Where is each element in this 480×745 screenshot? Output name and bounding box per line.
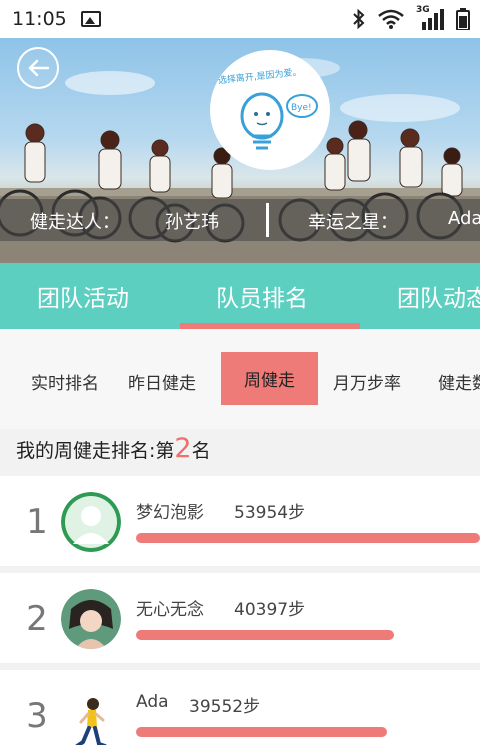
steps-progress-bar	[136, 630, 394, 640]
subtab-monthly-10k-rate[interactable]: 月万步率	[333, 369, 401, 394]
back-arrow-icon	[28, 59, 49, 77]
ticker-bar: 健走达人： 孙艺玮 幸运之星： Ada	[0, 199, 480, 241]
ticker-divider	[266, 203, 269, 237]
my-rank-number: 2	[174, 433, 192, 464]
back-button[interactable]	[17, 47, 59, 89]
tab-member-ranking[interactable]: 队员排名	[216, 279, 308, 313]
ticker-label-walk-master: 健走达人：	[30, 212, 120, 233]
battery-icon	[456, 8, 470, 30]
avatar	[61, 589, 121, 649]
logo-bubble-text: Bye!	[291, 103, 312, 113]
tab-team-activity[interactable]: 团队活动	[37, 279, 129, 313]
ticker-value-lucky-star: Ada	[448, 208, 480, 229]
status-bar: 11:05 3G	[0, 0, 480, 38]
logo-text: 选择离开,是因为爱。	[217, 66, 302, 87]
steps-progress-bar	[136, 727, 387, 737]
status-icons: 3G	[352, 0, 470, 38]
rank-number: 2	[26, 599, 48, 639]
main-tab-bar: 团队活动 队员排名 团队动态	[0, 263, 480, 329]
team-banner: 选择离开,是因为爱。 Bye! 健走达人： 孙艺玮 幸运之星： Ada	[0, 38, 480, 263]
my-rank-suffix: 名	[191, 440, 211, 462]
lightbulb-icon: 选择离开,是因为爱。 Bye!	[217, 66, 318, 150]
3g-signal-icon: 3G	[416, 5, 444, 30]
steps-progress-bar	[136, 533, 480, 543]
rank-number: 3	[26, 696, 48, 736]
member-steps: 40397步	[234, 600, 306, 620]
rank-row[interactable]: 3 Ada 39552步	[0, 670, 480, 745]
member-name: Ada	[136, 692, 169, 712]
wifi-icon	[378, 9, 404, 29]
subtab-yesterday[interactable]: 昨日健走	[128, 369, 196, 394]
rank-row[interactable]: 2 无心无念 40397步	[0, 573, 480, 663]
image-icon	[80, 11, 101, 27]
rank-number: 1	[26, 502, 48, 542]
member-name: 无心无念	[136, 600, 204, 620]
team-logo: 选择离开,是因为爱。 Bye!	[210, 50, 330, 170]
member-steps: 39552步	[189, 697, 261, 717]
my-rank-prefix: 我的周健走排名:第	[16, 440, 175, 462]
member-steps: 53954步	[234, 503, 306, 523]
subtab-realtime[interactable]: 实时排名	[31, 369, 99, 394]
bluetooth-icon	[353, 8, 365, 30]
member-name: 梦幻泡影	[136, 503, 204, 523]
ticker-value-walk-master: 孙艺玮	[165, 212, 219, 233]
subtab-walk-data[interactable]: 健走数据	[438, 369, 480, 394]
my-rank-text: 我的周健走排名:第2名	[16, 433, 211, 464]
ranking-filter-bar: 实时排名 昨日健走 周健走 月万步率 健走数据	[0, 329, 480, 429]
subtab-weekly[interactable]: 周健走	[221, 352, 318, 405]
avatar	[61, 492, 121, 552]
tab-team-news[interactable]: 团队动态	[397, 279, 480, 313]
avatar	[61, 686, 121, 745]
status-time: 11:05	[12, 8, 67, 30]
rank-row[interactable]: 1 梦幻泡影 53954步	[0, 476, 480, 566]
ticker-label-lucky-star: 幸运之星：	[308, 212, 398, 233]
